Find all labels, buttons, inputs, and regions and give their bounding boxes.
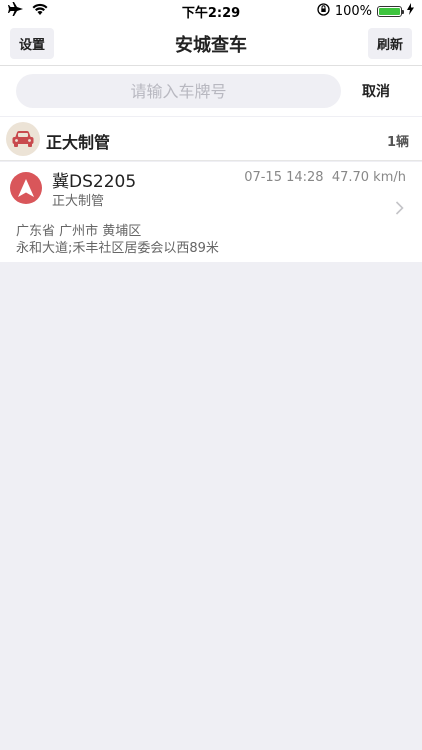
car-icon <box>6 122 40 156</box>
vehicle-count: 1辆 <box>386 135 409 150</box>
wifi-icon <box>32 3 48 19</box>
group-name: 正大制管 <box>46 133 111 152</box>
status-bar: 下午2:29 100% <box>0 0 422 22</box>
status-left <box>8 2 48 20</box>
navigation-arrow-icon <box>10 172 42 204</box>
vehicle-list-item[interactable]: 冀DS2205 正大制管 07-15 14:28 47.70 km/h 广东省 … <box>0 162 422 262</box>
battery-percent: 100% <box>334 3 372 19</box>
page-title: 安城查车 <box>175 34 247 56</box>
chevron-right-icon <box>395 200 404 219</box>
plate-search-input[interactable] <box>16 74 341 108</box>
time-speed: 07-15 14:28 47.70 km/h <box>244 170 406 185</box>
vehicle-owner: 正大制管 <box>52 194 105 209</box>
vehicle-speed: 47.70 km/h <box>331 170 406 185</box>
vehicle-time: 07-15 14:28 <box>244 170 324 185</box>
airplane-icon <box>8 2 24 20</box>
battery-icon <box>377 5 404 17</box>
nav-bar: 设置 安城查车 刷新 <box>0 22 422 66</box>
status-right: 100% <box>317 2 414 20</box>
group-header[interactable]: 正大制管 1辆 <box>0 117 422 161</box>
cancel-button[interactable]: 取消 <box>362 81 390 101</box>
vehicle-plate: 冀DS2205 <box>52 172 137 192</box>
battery-fill <box>379 7 400 15</box>
vehicle-address-line2: 永和大道;禾丰社区居委会以西89米 <box>16 241 219 256</box>
charging-icon <box>407 3 414 19</box>
settings-button[interactable]: 设置 <box>10 28 55 59</box>
refresh-button[interactable]: 刷新 <box>367 28 412 59</box>
orientation-lock-icon <box>317 2 330 20</box>
search-bar: 取消 <box>0 66 422 116</box>
